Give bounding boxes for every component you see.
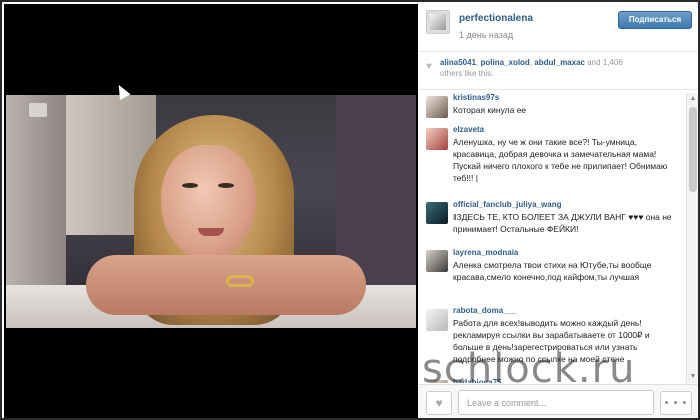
heart-icon: ♥ xyxy=(435,396,443,410)
comment-text: ǁЗДЕСЬ ТЕ, КТО БОЛЕЕТ ЗА ДЖУЛИ ВАНГ ♥♥♥ … xyxy=(453,212,672,234)
comment-item: layrena_modnaia Аленка смотрела твои сти… xyxy=(418,248,686,304)
scroll-up-icon[interactable]: ▲ xyxy=(687,93,698,105)
comment-item: official_fanclub_juliya_wang ǁЗДЕСЬ ТЕ, … xyxy=(418,200,686,246)
avatar[interactable] xyxy=(426,309,448,331)
post-photo[interactable] xyxy=(6,95,416,328)
photo-face xyxy=(161,145,256,260)
photo-socket xyxy=(29,103,47,117)
post-time: 1 день назад xyxy=(459,30,514,40)
photo-eye xyxy=(218,183,234,188)
screen-frame: perfectionalena 1 день назад Подписаться… xyxy=(0,0,700,420)
photo-mouth xyxy=(198,228,224,236)
like-button[interactable]: ♥ xyxy=(426,391,452,415)
comment-item: kristinas97s Которая кинула ее xyxy=(418,93,686,123)
photo-bracelet xyxy=(226,275,254,287)
photo-arms xyxy=(86,255,366,315)
comment-username[interactable]: rabota_doma___ xyxy=(453,306,517,315)
avatar[interactable] xyxy=(426,10,450,34)
heart-icon: ♥ xyxy=(426,61,432,72)
more-icon: • • • xyxy=(664,397,688,409)
avatar[interactable] xyxy=(426,128,448,150)
comment-input[interactable] xyxy=(458,390,654,415)
likes-count[interactable]: 1,406 xyxy=(603,58,623,67)
comment-text: Аленка смотрела твои стихи на Ютубе,ты в… xyxy=(453,260,652,282)
scroll-down-icon[interactable]: ▼ xyxy=(687,371,698,383)
avatar[interactable] xyxy=(426,96,448,118)
likes-and: and xyxy=(587,58,601,67)
media-panel xyxy=(4,4,418,418)
scrollbar-thumb[interactable] xyxy=(689,107,697,192)
liker-link[interactable]: abdul_maxac xyxy=(534,58,585,67)
avatar[interactable] xyxy=(426,202,448,224)
comment-item: elzaveta Аленушка, ну че ж они такие все… xyxy=(418,125,686,195)
comment-username[interactable]: kristinas97s xyxy=(453,93,499,102)
comment-username[interactable]: layrena_modnaia xyxy=(453,248,518,257)
comment-text: Аленушка, ну че ж они такие все?! Ты-умн… xyxy=(453,137,668,183)
likes-line: alina5041, polina_xolod, abdul_maxac and… xyxy=(440,58,623,67)
photo-eye xyxy=(182,183,198,188)
avatar[interactable] xyxy=(426,250,448,272)
post-username[interactable]: perfectionalena xyxy=(459,13,533,24)
post-header: perfectionalena 1 день назад Подписаться xyxy=(418,4,698,52)
comment-text: Которая кинула ее xyxy=(453,105,527,115)
liker-link[interactable]: alina5041 xyxy=(440,58,476,67)
liker-link[interactable]: polina_xolod xyxy=(480,58,529,67)
likes-section: ♥ alina5041, polina_xolod, abdul_maxac a… xyxy=(418,52,698,90)
likes-others: others like this. xyxy=(440,69,494,78)
watermark: schlock.ru xyxy=(422,346,636,392)
comment-username[interactable]: official_fanclub_juliya_wang xyxy=(453,200,561,209)
more-button[interactable]: • • • xyxy=(660,391,692,415)
follow-button[interactable]: Подписаться xyxy=(618,11,692,29)
comment-username[interactable]: elzaveta xyxy=(453,125,484,134)
comments-list: kristinas97s Которая кинула ее elzaveta … xyxy=(418,91,686,383)
comments-scrollbar[interactable]: ▲ ▼ xyxy=(686,93,698,383)
